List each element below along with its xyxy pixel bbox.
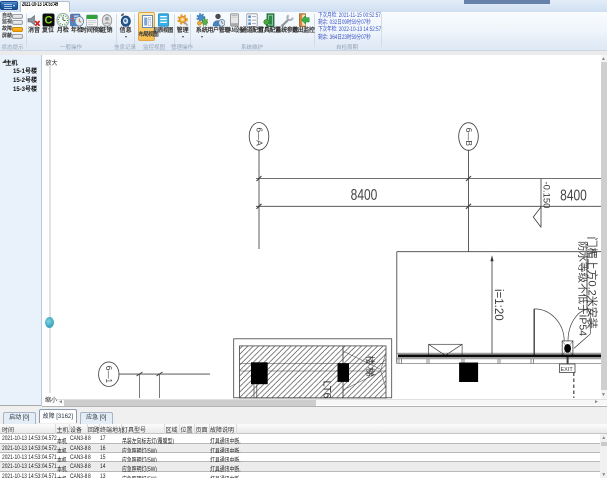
svg-text:防水等级不低于IP54: 防水等级不低于IP54 <box>577 241 590 336</box>
svg-text:8400: 8400 <box>351 185 378 203</box>
svg-text:-0.150: -0.150 <box>541 182 552 209</box>
svg-text:6—A: 6—A <box>254 128 263 147</box>
svg-text:i=1:20: i=1:20 <box>492 289 504 321</box>
svg-text:LT6: LT6 <box>321 381 333 399</box>
svg-text:6—B: 6—B <box>464 128 473 147</box>
svg-text:EXIT: EXIT <box>561 367 574 373</box>
svg-text:8400: 8400 <box>560 186 587 204</box>
svg-text:楼梯: 楼梯 <box>364 356 376 379</box>
svg-text:6—1: 6—1 <box>104 366 113 384</box>
